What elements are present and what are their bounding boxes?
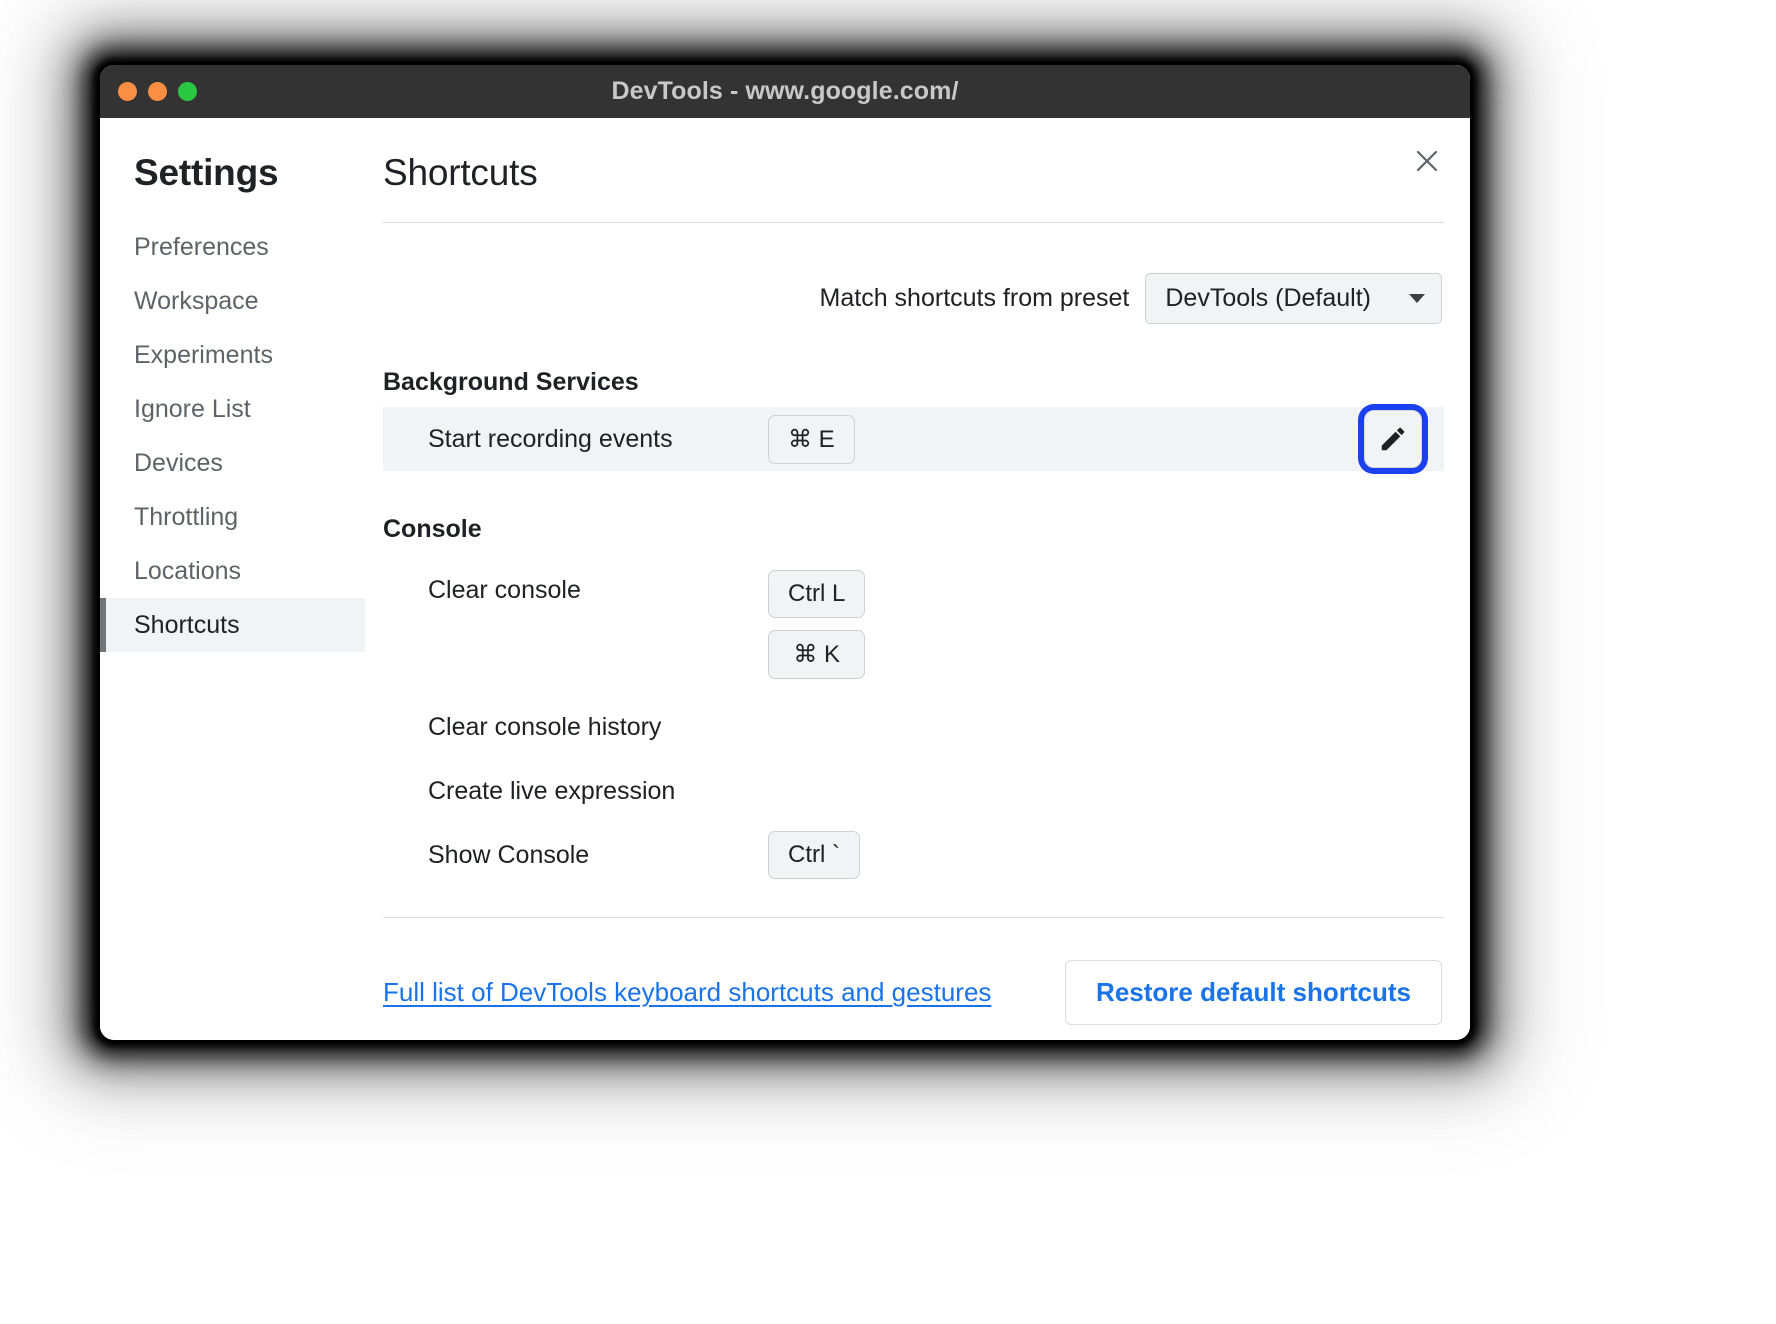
shortcut-row-start-recording-events[interactable]: Start recording events ⌘ E xyxy=(383,407,1444,471)
shortcuts-footer: Full list of DevTools keyboard shortcuts… xyxy=(383,960,1444,1025)
sidebar-item-throttling[interactable]: Throttling xyxy=(100,490,365,544)
page-title: Settings xyxy=(100,152,365,194)
sidebar-item-devices[interactable]: Devices xyxy=(100,436,365,490)
shortcut-row-clear-console-history[interactable]: Clear console history xyxy=(383,695,1444,759)
sidebar-item-ignore-list[interactable]: Ignore List xyxy=(100,382,365,436)
close-window-button[interactable] xyxy=(118,82,137,101)
shortcut-name: Start recording events xyxy=(428,425,768,454)
shortcut-name: Clear console xyxy=(428,570,768,605)
preset-select-value: DevTools (Default) xyxy=(1165,284,1371,313)
footer-divider xyxy=(383,917,1444,918)
preset-row: Match shortcuts from preset DevTools (De… xyxy=(383,273,1444,324)
settings-dialog: Settings Preferences Workspace Experimen… xyxy=(100,118,1470,1040)
shortcut-name: Show Console xyxy=(428,841,768,870)
traffic-light-controls xyxy=(118,65,197,118)
devtools-window: DevTools - www.google.com/ Settings Pref… xyxy=(100,65,1470,1040)
sidebar-item-shortcuts[interactable]: Shortcuts xyxy=(100,598,365,652)
screenshot-stage: DevTools - www.google.com/ Settings Pref… xyxy=(0,0,1776,1324)
window-titlebar: DevTools - www.google.com/ xyxy=(100,65,1470,118)
settings-sidebar: Settings Preferences Workspace Experimen… xyxy=(100,118,365,1040)
shortcut-name: Create live expression xyxy=(428,777,768,806)
heading-divider xyxy=(383,222,1444,223)
sidebar-item-preferences[interactable]: Preferences xyxy=(100,220,365,274)
pencil-icon[interactable] xyxy=(1364,410,1422,468)
maximize-window-button[interactable] xyxy=(178,82,197,101)
key-chip: Ctrl L xyxy=(768,570,865,618)
preset-label: Match shortcuts from preset xyxy=(820,284,1130,313)
shortcuts-heading: Shortcuts xyxy=(383,152,1444,194)
shortcut-keys: ⌘ E xyxy=(768,415,855,464)
preset-select[interactable]: DevTools (Default) xyxy=(1145,273,1442,324)
sidebar-item-locations[interactable]: Locations xyxy=(100,544,365,598)
shortcut-row-clear-console[interactable]: Clear console Ctrl L ⌘ K xyxy=(383,554,1444,695)
close-icon[interactable] xyxy=(1406,140,1448,182)
chevron-down-icon xyxy=(1409,294,1425,303)
section-title-background-services: Background Services xyxy=(383,368,1444,397)
restore-default-shortcuts-button[interactable]: Restore default shortcuts xyxy=(1065,960,1442,1025)
window-title: DevTools - www.google.com/ xyxy=(611,77,958,106)
key-chip: Ctrl ` xyxy=(768,831,860,879)
key-chip: ⌘ E xyxy=(768,415,855,464)
minimize-window-button[interactable] xyxy=(148,82,167,101)
shortcut-row-create-live-expression[interactable]: Create live expression xyxy=(383,759,1444,823)
sidebar-item-experiments[interactable]: Experiments xyxy=(100,328,365,382)
shortcut-row-show-console[interactable]: Show Console Ctrl ` xyxy=(383,823,1444,887)
sidebar-item-workspace[interactable]: Workspace xyxy=(100,274,365,328)
shortcut-keys: Ctrl ` xyxy=(768,831,860,879)
shortcut-name: Clear console history xyxy=(428,713,768,742)
key-chip: ⌘ K xyxy=(768,630,865,679)
shortcuts-pane: Shortcuts Match shortcuts from preset De… xyxy=(365,118,1470,1040)
section-title-console: Console xyxy=(383,515,1444,544)
full-list-link[interactable]: Full list of DevTools keyboard shortcuts… xyxy=(383,977,991,1008)
shortcut-keys: Ctrl L ⌘ K xyxy=(768,570,865,679)
